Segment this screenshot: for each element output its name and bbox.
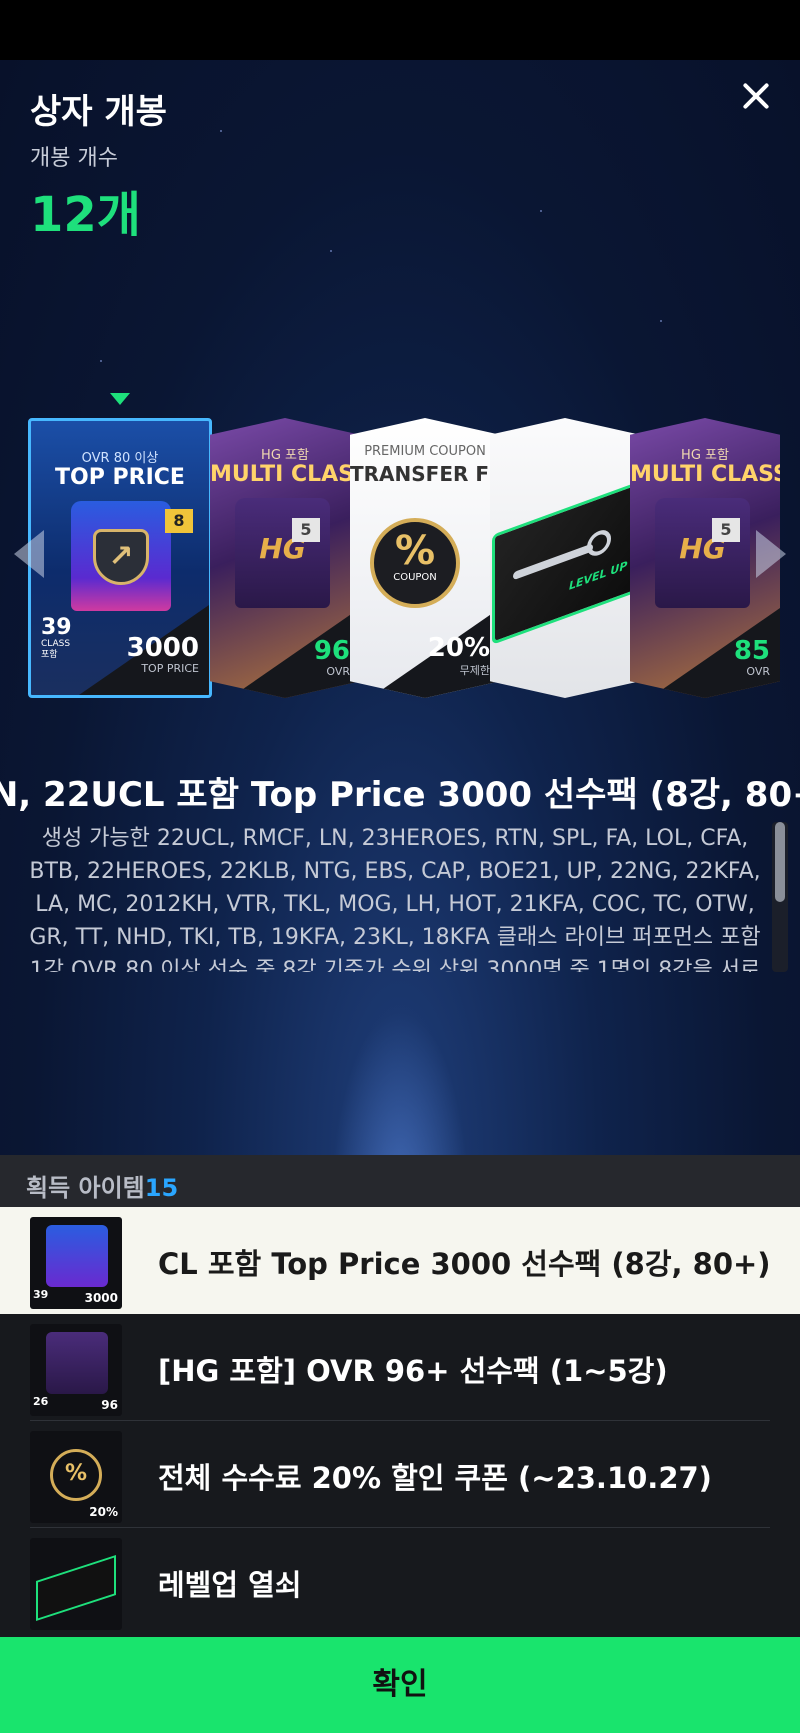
status-bar [0,0,800,60]
pack-description-scroll[interactable]: 생성 가능한 22UCL, RMCF, LN, 23HEROES, RTN, S… [20,822,770,972]
card-class-info: 39 CLASS 포함 [41,617,72,661]
star [100,360,102,362]
level-up-label: LEVEL UP [569,558,628,593]
card-stat: 96 OVR [314,637,350,678]
confirm-button[interactable]: 확인 [0,1637,800,1733]
card-title: TOP PRICE [55,465,185,490]
selected-pack-name-text: RTN, 22UCL 포함 Top Price 3000 선수팩 (8강, 80… [0,775,800,815]
card-transfer-fee-coupon[interactable]: PREMIUM COUPON TRANSFER FEE % COUPON 20%… [350,418,500,698]
selected-indicator-icon [110,393,130,405]
card-subtitle: OVR 80 이상 [81,451,159,466]
open-count-label: 개봉 개수 [30,146,118,171]
list-item[interactable]: % 20% 전체 수수료 20% 할인 쿠폰 (~23.10.27) [0,1421,800,1528]
card-top-price[interactable]: OVR 80 이상 TOP PRICE ↗ 8 39 CLASS 포함 3000… [28,418,212,698]
item-name: 전체 수수료 20% 할인 쿠폰 (~23.10.27) [158,1461,712,1495]
grade-badge: 8 [165,509,193,533]
jersey-icon: ↗ [71,501,171,611]
carousel-next-icon[interactable] [756,530,786,578]
card-title: MULTI CLASS [630,462,780,487]
acquired-items-count: 15 [144,1174,179,1202]
card-stat: 85 OVR [734,637,770,678]
coupon-icon: % COUPON [370,518,460,608]
open-count-value: 12개 [30,187,141,243]
star [330,250,332,252]
trend-up-icon: ↗ [93,529,149,585]
jersey-icon [46,1332,108,1394]
close-button[interactable] [736,76,776,116]
jersey-icon: HG [235,498,330,608]
grade-badge: 5 [712,518,740,542]
card-stat: 3000 TOP PRICE [127,634,199,675]
card-stat-label: TOP PRICE [141,662,199,675]
list-item[interactable]: 레벨업 열쇠 [0,1528,800,1635]
item-name: 레벨업 열쇠 [158,1568,302,1602]
item-thumbnail: 26 96 [30,1324,122,1416]
list-item[interactable]: 26 96 [HG 포함] OVR 96+ 선수팩 (1~5강) [0,1314,800,1421]
description-scrollbar[interactable] [772,822,788,972]
card-stat-value: 96 [313,636,350,666]
acquired-items-header: 획득 아이템15 [0,1155,800,1207]
grade-badge: 5 [292,518,320,542]
stage-glow [330,1010,470,1155]
key-box-icon [36,1555,116,1621]
card-stat-value: 85 [733,636,770,666]
thumb-stat: 96 [101,1398,118,1412]
card-multi-class[interactable]: HG 포함 MULTI CLASS HG 5 96 OVR [210,418,360,698]
thumb-class-number: 26 [33,1395,49,1408]
item-thumbnail: % 20% [30,1431,122,1523]
class-include-label: 포함 [41,650,58,660]
card-level-up-key[interactable]: LEVEL UP [490,418,640,698]
item-name: CL 포함 Top Price 3000 선수팩 (8강, 80+) [158,1247,771,1281]
jersey-icon: HG [655,498,750,608]
star [660,320,662,322]
card-stat-label: OVR [326,665,350,678]
item-thumbnail [30,1538,122,1630]
card-stat: 20% 무제한 [428,634,490,678]
card-stat-label: 무제한 [459,664,490,677]
thumb-stat: 20% [89,1505,118,1519]
card-title: MULTI CLASS [210,462,360,487]
class-number: 39 [41,615,72,640]
coupon-icon: % [50,1449,102,1501]
pack-description: 생성 가능한 22UCL, RMCF, LN, 23HEROES, RTN, S… [29,826,761,972]
selected-pack-name: RTN, 22UCL 포함 Top Price 3000 선수팩 (8강, 80… [0,765,800,815]
acquired-items-list[interactable]: 39 3000 CL 포함 Top Price 3000 선수팩 (8강, 80… [0,1207,800,1637]
card-stat-label: OVR [746,665,770,678]
card-title: TRANSFER FEE [350,462,500,486]
key-ring-icon [587,526,611,560]
acquired-items-label: 획득 아이템 [26,1174,145,1202]
scrollbar-thumb[interactable] [775,822,785,902]
item-thumbnail: 39 3000 [30,1217,122,1309]
card-subtitle: HG 포함 [681,448,729,463]
coupon-label: COUPON [393,572,437,583]
star [220,130,222,132]
class-label: CLASS [41,639,71,649]
page-title: 상자 개봉 [30,92,167,132]
card-subtitle: PREMIUM COUPON [364,444,486,459]
card-stat-value: 20% [427,633,490,663]
card-subtitle: HG 포함 [261,448,309,463]
list-item[interactable]: 39 3000 CL 포함 Top Price 3000 선수팩 (8강, 80… [0,1207,800,1314]
carousel-prev-icon[interactable] [14,530,44,578]
jersey-icon [46,1225,108,1287]
key-box-icon: LEVEL UP [492,481,640,645]
thumb-class-number: 39 [33,1288,49,1301]
star [540,210,542,212]
card-stat-value: 3000 [126,633,199,663]
item-name: [HG 포함] OVR 96+ 선수팩 (1~5강) [158,1354,668,1388]
thumb-stat: 3000 [84,1291,118,1305]
acquired-items-title: 획득 아이템15 [26,1168,178,1203]
